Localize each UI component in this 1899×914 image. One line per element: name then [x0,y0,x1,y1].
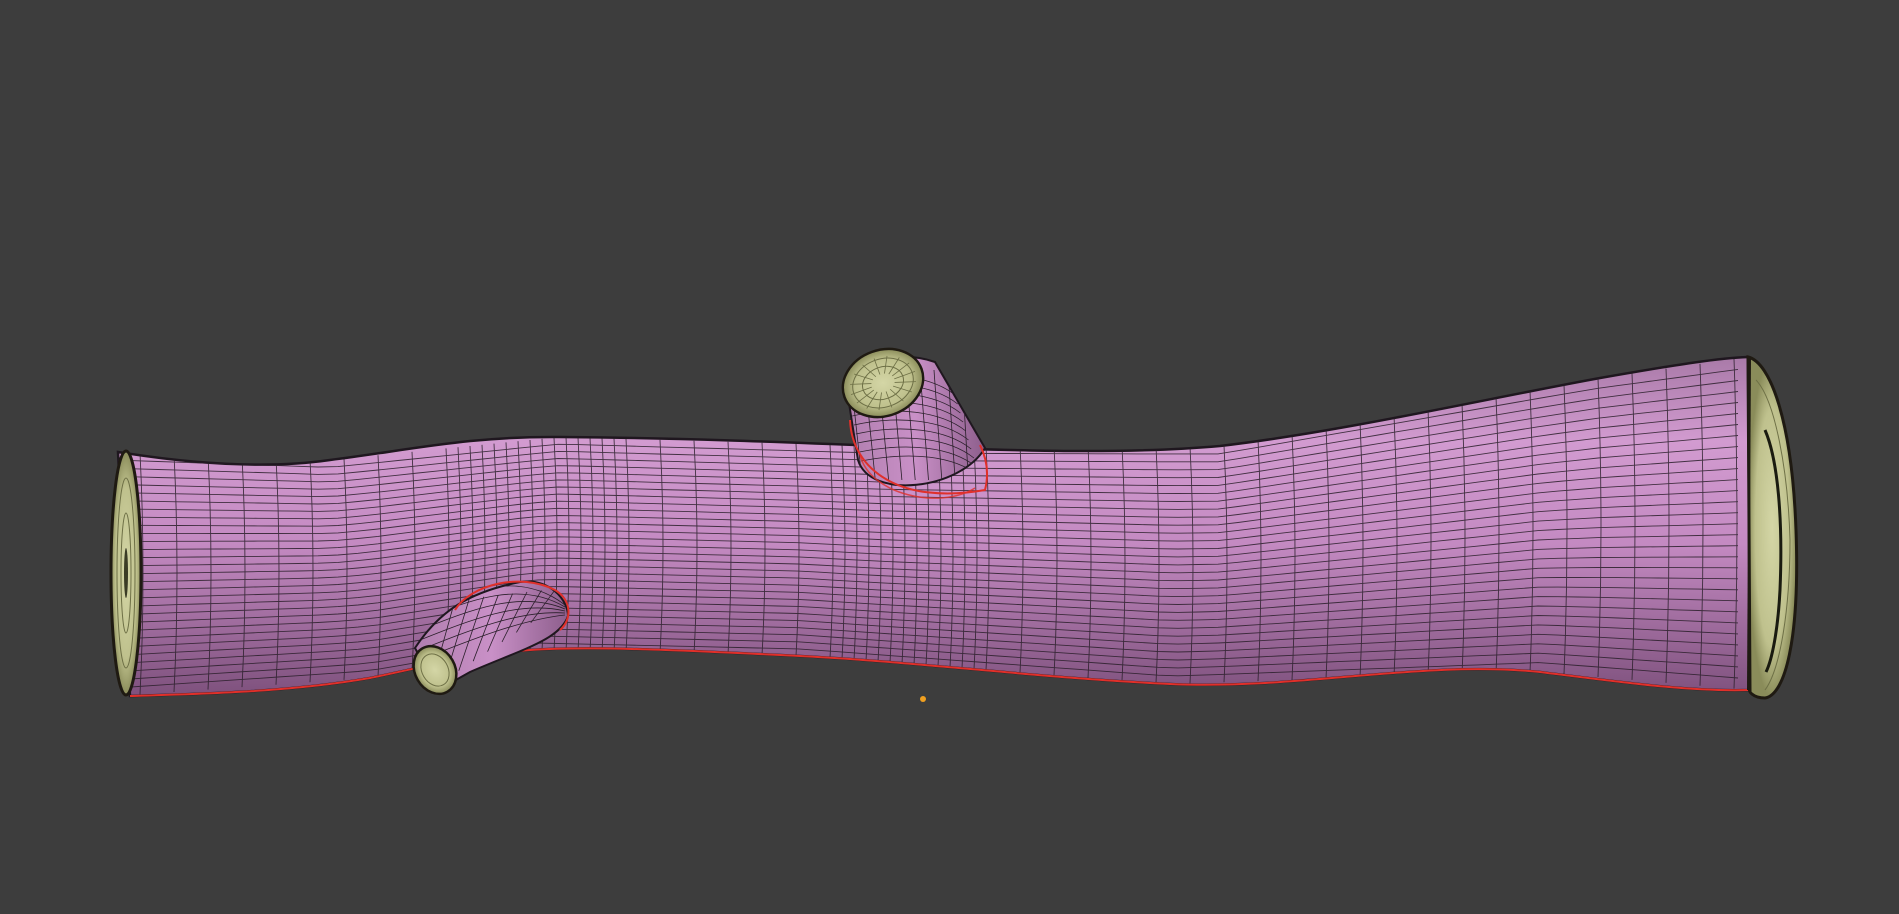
right-end-cap [1746,355,1799,700]
left-end-cap [109,449,143,697]
3d-viewport[interactable] [0,0,1899,914]
origin-marker [920,696,926,702]
mesh-render [109,347,1799,702]
